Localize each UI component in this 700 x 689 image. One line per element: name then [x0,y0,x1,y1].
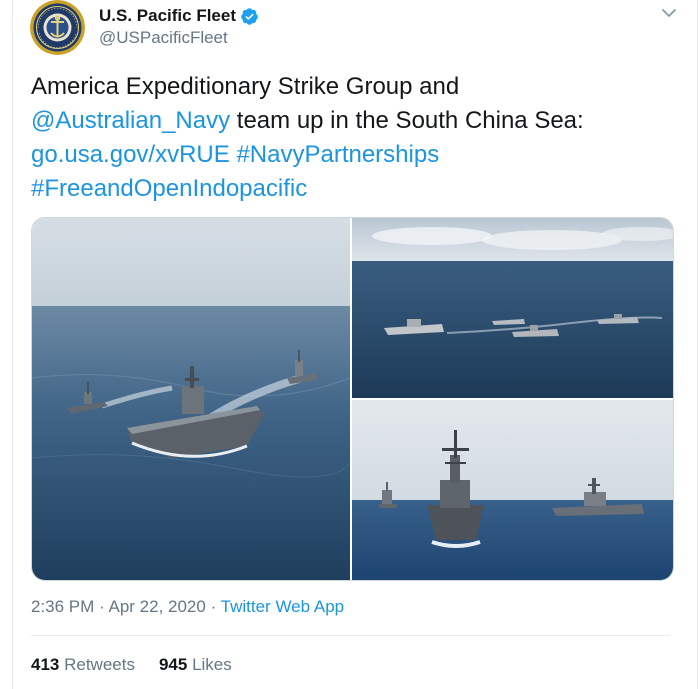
photo-amphibious-ship-image [32,218,350,580]
tweet-text-line-2: @Australian_Navy team up in the South Ch… [31,104,681,138]
divider [31,635,671,636]
photo-destroyer-image [352,400,673,580]
tweet-card: U.S. Pacific Fleet @USPacificFleet Ameri… [12,0,698,689]
tweet-text: America Expeditionary Strike Group and @… [31,70,681,206]
meta-separator-1: · [94,597,109,616]
avatar[interactable] [30,0,85,55]
hashtag-link-freeandopenindopacific[interactable]: #FreeandOpenIndopacific [31,175,307,202]
display-name-row: U.S. Pacific Fleet [99,5,259,27]
likes-count: 945 [158,655,188,674]
tweet-text-line-3: go.usa.gov/xvRUE #NavyPartnerships [31,138,681,172]
hashtag-link-navypartnerships[interactable]: #NavyPartnerships [236,141,439,168]
tweet-date[interactable]: Apr 22, 2020 [108,597,205,616]
retweets-stat[interactable]: 413 Retweets [31,655,135,675]
account-names: U.S. Pacific Fleet @USPacificFleet [99,5,259,48]
photo-amphibious-ship[interactable] [32,218,350,580]
verified-badge-icon [241,7,258,25]
likes-label: Likes [187,655,232,674]
tweet-time[interactable]: 2:36 PM [31,597,94,616]
likes-stat[interactable]: 945 Likes [159,655,232,675]
media-grid [31,217,674,581]
account-handle[interactable]: @USPacificFleet [99,28,259,48]
mention-link[interactable]: @Australian_Navy [31,107,230,134]
source-app-link[interactable]: Twitter Web App [221,597,344,616]
navy-seal-icon [30,0,85,55]
retweets-count: 413 [31,655,60,674]
tweet-text-line-1: America Expeditionary Strike Group and [31,73,460,100]
tweet-header: U.S. Pacific Fleet @USPacificFleet [29,0,697,55]
photo-formation[interactable] [352,218,673,398]
meta-separator-2: · [205,597,221,616]
display-name[interactable]: U.S. Pacific Fleet [99,6,236,26]
tweet-text-line-4: #FreeandOpenIndopacific [31,172,681,206]
tweet-stats: 413 Retweets 945 Likes [31,655,256,675]
retweets-label: Retweets [59,655,135,674]
chevron-down-icon[interactable] [659,5,679,21]
tweet-meta: 2:36 PM · Apr 22, 2020 · Twitter Web App [31,597,344,617]
photo-formation-image [352,218,673,398]
tweet-text-continuation: team up in the South China Sea: [230,107,584,134]
url-link[interactable]: go.usa.gov/xvRUE [31,141,230,168]
photo-destroyer[interactable] [352,400,673,580]
